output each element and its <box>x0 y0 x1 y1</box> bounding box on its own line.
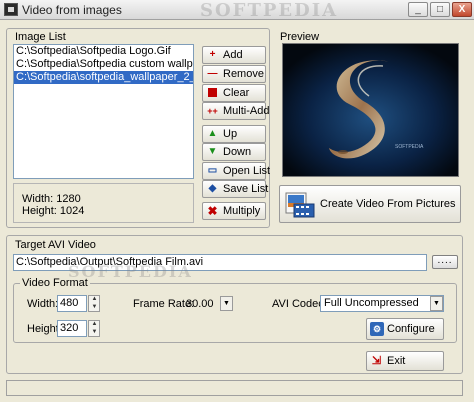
save-list-button[interactable]: ◆ Save List <box>202 180 269 198</box>
window-title: Video from images <box>22 3 122 17</box>
main-window: Video from images SOFTPEDIA _ □ X Image … <box>0 0 474 402</box>
list-item[interactable]: C:\Softpedia\Softpedia Logo.Gif <box>14 45 193 58</box>
image-width-info: Width: 1280 <box>22 193 81 205</box>
create-video-button[interactable]: Create Video From Pictures <box>279 185 461 223</box>
configure-gear-icon: ⚙ <box>370 322 384 336</box>
multi-add-button[interactable]: ++ Multi-Add <box>202 102 270 120</box>
image-list-label: Image List <box>15 31 66 43</box>
multiply-x-icon: ✖ <box>207 204 218 218</box>
arrow-down-icon: ▼ <box>207 146 218 157</box>
frame-rate-label: Frame Rate: <box>133 298 195 310</box>
minus-icon: — <box>207 68 218 79</box>
avi-codec-dropdown-icon[interactable]: ▼ <box>430 296 443 311</box>
watermark-text: SOFTPEDIA <box>200 0 339 21</box>
multi-plus-icon: ++ <box>207 106 218 116</box>
stepper-down-icon[interactable]: ▼ <box>90 304 99 311</box>
title-bar[interactable]: Video from images SOFTPEDIA _ □ X <box>0 0 474 21</box>
browse-button[interactable]: .... <box>432 255 458 269</box>
down-button[interactable]: ▼ Down <box>202 143 266 161</box>
image-info-box: Width: 1280 Height: 1024 <box>13 183 194 223</box>
list-item[interactable]: C:\Softpedia\Softpedia custom wallpaper … <box>14 58 193 71</box>
width-label: Width: <box>27 298 59 310</box>
save-list-button-label: Save List <box>223 183 269 195</box>
save-disk-icon: ◆ <box>208 183 217 194</box>
frame-rate-value[interactable]: 30.00 <box>186 298 214 310</box>
configure-button[interactable]: ⚙ Configure <box>366 318 444 340</box>
up-button-label: Up <box>223 128 238 140</box>
list-item-selected[interactable]: C:\Softpedia\softpedia_wallpaper_2_1280x… <box>14 71 193 84</box>
image-height-info: Height: 1024 <box>22 205 85 217</box>
create-video-icon <box>285 192 315 218</box>
multi-add-button-label: Multi-Add <box>223 105 270 117</box>
add-button-label: Add <box>223 49 243 61</box>
exit-door-icon: ⇲ <box>371 355 382 367</box>
avi-codec-value: Full Uncompressed <box>324 297 419 309</box>
watermark-overlay: SOFTPEDIA <box>68 262 193 281</box>
up-button[interactable]: ▲ Up <box>202 125 266 143</box>
create-video-label: Create Video From Pictures <box>320 198 456 210</box>
down-button-label: Down <box>223 146 252 158</box>
multiply-button-label: Multiply <box>223 205 261 217</box>
configure-button-label: Configure <box>387 323 435 335</box>
open-list-button[interactable]: ▭ Open List <box>202 162 270 180</box>
remove-button-label: Remove <box>223 68 264 80</box>
preview-label: Preview <box>280 31 320 43</box>
open-list-button-label: Open List <box>223 165 271 177</box>
app-icon <box>4 3 18 16</box>
stepper-down-icon[interactable]: ▼ <box>90 329 99 336</box>
preview-image: SOFTPEDIA <box>282 43 459 177</box>
width-stepper[interactable]: ▲ ▼ <box>88 295 100 312</box>
arrow-up-icon: ▲ <box>207 128 218 139</box>
multiply-button[interactable]: ✖ Multiply <box>202 202 266 220</box>
frame-rate-dropdown-icon[interactable]: ▼ <box>220 296 233 311</box>
add-button[interactable]: + Add <box>202 46 266 64</box>
clear-button-label: Clear <box>223 87 250 99</box>
height-stepper[interactable]: ▲ ▼ <box>88 320 100 337</box>
status-bar <box>6 380 463 396</box>
target-avi-label: Target AVI Video <box>15 239 96 251</box>
minimize-button[interactable]: _ <box>408 2 428 17</box>
plus-icon: + <box>209 49 216 60</box>
height-input[interactable]: 320 <box>57 320 87 337</box>
stepper-up-icon[interactable]: ▲ <box>90 321 99 328</box>
avi-codec-label: AVI Codec: <box>272 298 327 310</box>
exit-button[interactable]: ⇲ Exit <box>366 351 444 371</box>
avi-codec-select[interactable]: Full Uncompressed <box>320 295 444 312</box>
close-button[interactable]: X <box>452 2 472 17</box>
maximize-button[interactable]: □ <box>430 2 450 17</box>
clear-icon <box>206 87 219 99</box>
exit-button-label: Exit <box>387 355 406 367</box>
preview-wallpaper-graphic: SOFTPEDIA <box>283 44 458 176</box>
clear-button[interactable]: Clear <box>202 84 266 102</box>
preview-brand-text: SOFTPEDIA <box>395 144 424 150</box>
image-listbox[interactable]: C:\Softpedia\Softpedia Logo.Gif C:\Softp… <box>13 44 194 179</box>
remove-button[interactable]: — Remove <box>202 65 266 83</box>
folder-open-icon: ▭ <box>207 165 218 176</box>
width-input[interactable]: 480 <box>57 295 87 312</box>
stepper-up-icon[interactable]: ▲ <box>90 296 99 303</box>
